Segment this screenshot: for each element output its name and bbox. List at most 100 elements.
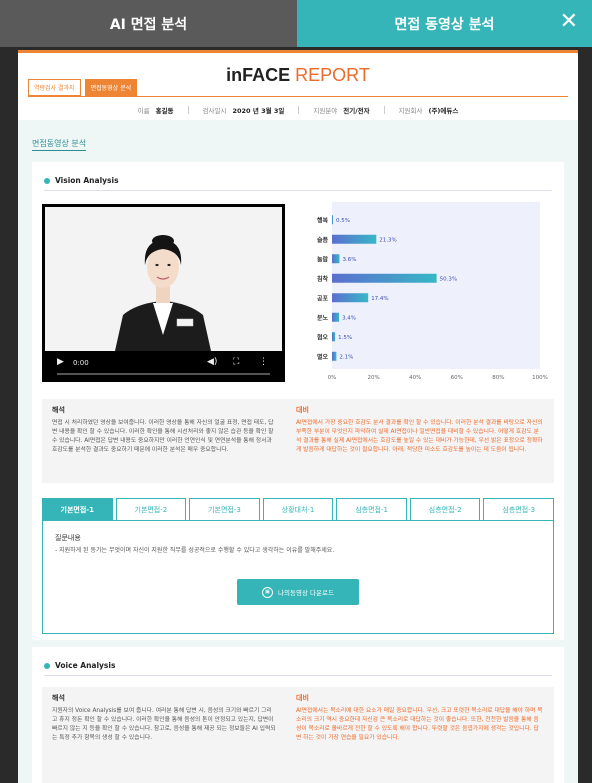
fullscreen-icon[interactable]: ⛶ — [233, 357, 239, 367]
download-label: 나의동영상 다운로드 — [278, 589, 334, 597]
x-tick-label: 20% — [367, 375, 379, 381]
value-label: 0.5% — [336, 218, 350, 224]
category-label: 침착 — [317, 275, 329, 283]
x-tick-label: 80% — [492, 375, 504, 381]
question-panel: 질문내용 - 지원하게 된 동기는 무엇이며 자신이 지원한 직무를 성공적으로… — [42, 520, 554, 634]
tab-label: 면접 동영상 분석 — [394, 16, 495, 33]
tab-ai-interview-analysis[interactable]: AI 면접 분석 — [0, 0, 297, 47]
more-icon[interactable]: ⋮ — [259, 357, 268, 367]
tab-situation-1[interactable]: 상황대처-1 — [262, 498, 334, 520]
volume-icon[interactable]: ◀) — [207, 357, 217, 367]
info-value: 홍길동 — [155, 107, 174, 115]
video-icon: ▣ — [262, 586, 274, 598]
video-player[interactable]: ▶ 0:00 ◀) ⛶ ⋮ — [42, 204, 285, 382]
value-label: 17.4% — [371, 296, 388, 302]
divider — [28, 96, 568, 97]
analysis-box: 해석 면접 시 처리하였던 영상을 보여줍니다. 이러한 영상을 통해 자신의 … — [42, 399, 286, 483]
x-tick-label: 60% — [451, 375, 463, 381]
chart-bar — [332, 273, 437, 283]
analysis-text: 면접 시 처리하였던 영상을 보여줍니다. 이러한 영상을 통해 자신의 얼굴 … — [52, 420, 274, 453]
voice-analysis-box: 해석 지원자의 Voice Analysis를 보여 줍니다. 여러분 통해 답… — [42, 687, 286, 783]
tab-interview-video-analysis[interactable]: 면접 동영상 분석 ✕ — [297, 0, 592, 47]
advice-title: 대비 — [296, 694, 309, 702]
tab-deep-2[interactable]: 심층면접-2 — [409, 498, 481, 520]
chart-bar — [332, 215, 334, 225]
question-heading: 질문내용 — [55, 534, 81, 542]
divider — [383, 106, 385, 114]
x-tick-label: 0% — [328, 375, 337, 381]
info-label: 이름 — [137, 107, 150, 115]
question-tabs: 기본면접-1 기본면접-2 기본면접-3 상황대처-1 심층면접-1 심층면접-… — [42, 498, 555, 520]
analysis-title: 해석 — [52, 694, 65, 702]
value-label: 3.4% — [342, 315, 356, 321]
category-label: 분노 — [317, 314, 329, 322]
info-company: 지원회사 (주)에듀스 — [399, 105, 459, 115]
value-label: 1.5% — [338, 335, 352, 341]
divider — [187, 106, 189, 114]
info-label: 검사일시 — [202, 107, 227, 115]
emotion-chart: 행복 0.5% 슬픔 21.3% 놀람 3.6% 침착 50.3% 공포 17.4% 분노 3.4% 혐… — [302, 202, 552, 388]
category-label: 놀람 — [317, 255, 329, 263]
advice-box: 대비 AI면접에서 가장 중요한 호감도 분서 결과를 확인 할 수 있습니다.… — [286, 399, 554, 483]
tab-basic-1[interactable]: 기본면접-1 — [42, 498, 113, 520]
report-title-word: REPORT — [295, 65, 370, 85]
voice-advice-box: 대비 AI면접에서는 목소리에 대한 요소가 매일 중요합니다. 우선, 크고 … — [286, 687, 554, 783]
divider — [44, 675, 552, 676]
chart-bar — [332, 254, 340, 264]
info-label: 지원회사 — [398, 107, 423, 115]
bullet-dot-icon — [44, 177, 50, 184]
advice-text: AI면접에서는 목소리에 대한 요소가 매일 중요합니다. 우선, 크고 또렷한… — [296, 708, 543, 741]
card-title-text: Voice Analysis — [55, 661, 116, 670]
x-tick-label: 40% — [409, 375, 421, 381]
tab-deep-3[interactable]: 심층면접-3 — [483, 498, 555, 520]
voice-analysis-card: Voice Analysis 해석 지원자의 Voice Analysis를 보… — [32, 647, 564, 783]
emotion-bar-chart: 행복 0.5% 슬픔 21.3% 놀람 3.6% 침착 50.3% 공포 17.4% 분노 3.4% 혐… — [317, 215, 548, 381]
advice-text: AI면접에서 가장 중요한 호감도 분서 결과를 확인 할 수 있습니다. 이러… — [296, 420, 543, 453]
value-label: 50.3% — [440, 276, 457, 282]
top-tab-bar: AI 면접 분석 면접 동영상 분석 ✕ — [0, 0, 592, 47]
tab-deep-1[interactable]: 심층면접-1 — [336, 498, 407, 520]
chart-bar — [332, 312, 340, 322]
download-video-button[interactable]: ▣ 나의동영상 다운로드 — [237, 579, 359, 605]
chart-bar — [332, 293, 369, 303]
candidate-info-row: 이름 홍길동 검사일시 2020 년 3월 3일 지원분야 전기/전자 지원회사 (주)… — [18, 100, 578, 120]
category-label: 행복 — [317, 216, 329, 224]
info-date: 검사일시 2020 년 3월 3일 — [203, 105, 285, 115]
close-icon[interactable]: ✕ — [560, 10, 578, 34]
play-icon[interactable]: ▶ — [57, 357, 64, 367]
question-text: - 지원하게 된 동기는 무엇이며 자신이 지원한 직무를 성공적으로 수행할 … — [55, 547, 335, 554]
video-progress-bar[interactable] — [57, 373, 270, 375]
report-subtabs: 역량검사 결과지 면접동영상 분석 — [28, 79, 138, 96]
divider — [298, 106, 300, 114]
analysis-text: 지원자의 Voice Analysis를 보여 줍니다. 여러분 통해 답변 시… — [52, 708, 276, 741]
tab-basic-2[interactable]: 기본면접-2 — [115, 498, 187, 520]
info-value: 전기/전자 — [343, 107, 370, 115]
subtab-video-analysis[interactable]: 면접동영상 분석 — [84, 79, 138, 96]
vision-analysis-card: Vision Analysis ▶ 0:00 ◀) ⛶ ⋮ 행복 0.5% 슬픔… — [32, 162, 564, 640]
advice-title: 대비 — [296, 406, 309, 414]
chart-bar — [332, 351, 337, 361]
card-title: Voice Analysis — [44, 661, 115, 670]
category-label: 멸오 — [317, 353, 329, 361]
value-label: 2.1% — [339, 354, 353, 360]
value-label: 3.6% — [342, 257, 356, 263]
section-label: 면접동영상 분석 — [32, 138, 87, 151]
subtab-aptitude-result[interactable]: 역량검사 결과지 — [28, 79, 81, 96]
video-controls: ▶ 0:00 ◀) ⛶ ⋮ — [45, 351, 282, 379]
tab-basic-3[interactable]: 기본면접-3 — [189, 498, 260, 520]
info-label: 지원분야 — [313, 107, 338, 115]
card-title: Vision Analysis — [44, 176, 119, 185]
info-name: 이름 홍길동 — [138, 105, 174, 115]
value-label: 21.3% — [379, 237, 396, 243]
category-label: 공포 — [317, 294, 329, 302]
category-label: 혐오 — [317, 333, 329, 341]
info-value: 2020 년 3월 3일 — [232, 107, 285, 115]
report-panel: inFACE REPORT 역량검사 결과지 면접동영상 분석 이름 홍길동 검사… — [18, 50, 578, 783]
info-field: 지원분야 전기/전자 — [313, 105, 369, 115]
info-value: (주)에듀스 — [428, 107, 459, 115]
person-image — [45, 207, 282, 351]
divider — [44, 190, 552, 191]
chart-bar — [332, 332, 336, 342]
bullet-dot-icon — [44, 662, 50, 669]
video-time: 0:00 — [73, 359, 89, 367]
